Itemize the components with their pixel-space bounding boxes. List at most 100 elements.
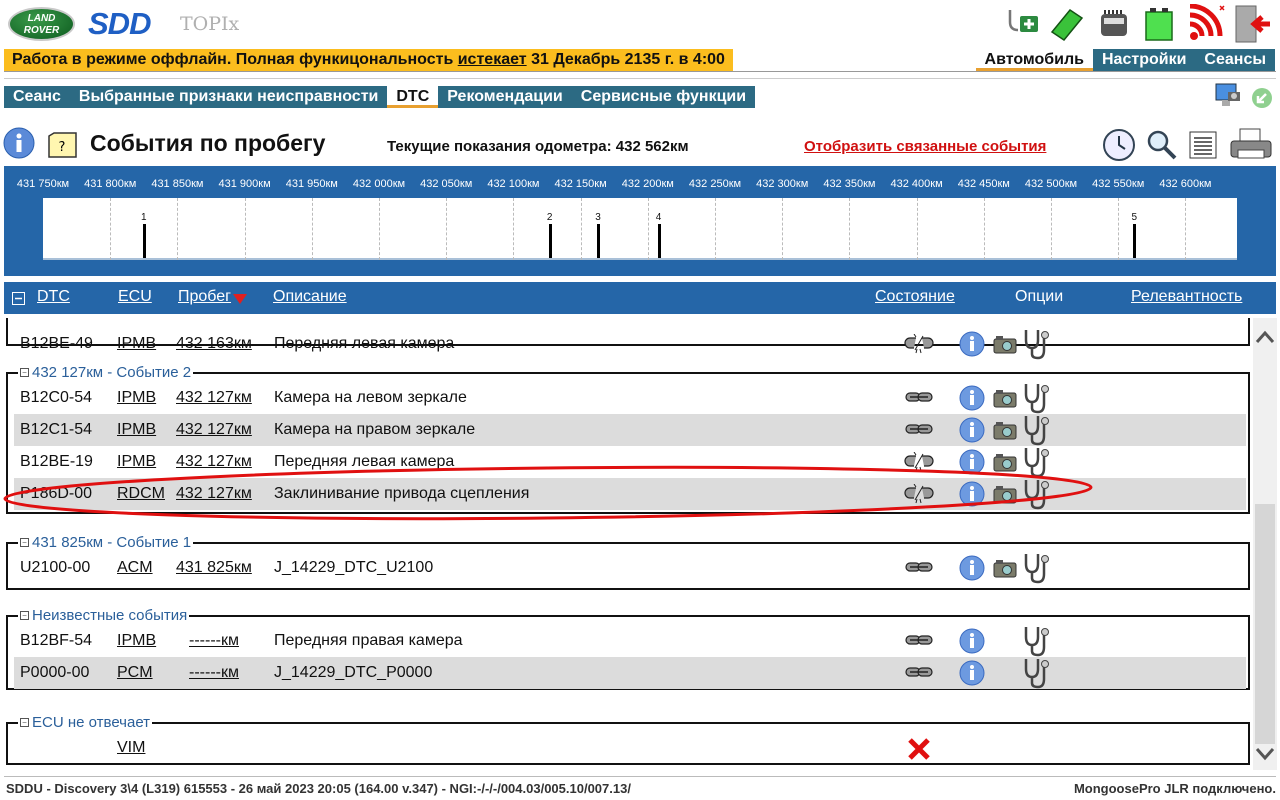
info-icon[interactable] xyxy=(959,331,985,362)
camera-icon[interactable] xyxy=(992,484,1018,509)
camera-icon[interactable] xyxy=(992,452,1018,477)
tab-4[interactable]: Сервисные функции xyxy=(571,86,756,108)
timeline-event-marker[interactable] xyxy=(657,224,661,258)
vci-device-icon[interactable] xyxy=(1096,4,1132,42)
odometer-reading: Текущие показания одометра: 432 562км xyxy=(387,138,689,155)
timeline-chart-area[interactable]: 1 2 3 4 5 xyxy=(43,198,1237,260)
info-icon[interactable] xyxy=(959,660,985,691)
scroll-up-icon[interactable] xyxy=(1255,328,1275,344)
camera-icon[interactable] xyxy=(992,334,1018,359)
timeline-tick-label: 432 600км xyxy=(1159,178,1212,190)
clock-icon[interactable] xyxy=(1102,128,1136,162)
tab-0[interactable]: Сеанс xyxy=(4,86,70,108)
info-icon[interactable] xyxy=(959,628,985,659)
info-icon[interactable] xyxy=(959,555,985,586)
tab-1[interactable]: Выбранные признаки неисправности xyxy=(69,86,388,108)
mileage-link[interactable]: 432 127км xyxy=(176,453,252,471)
timeline-event-marker[interactable] xyxy=(548,224,552,258)
camera-icon[interactable] xyxy=(992,388,1018,413)
tab-0[interactable]: Автомобиль xyxy=(975,49,1093,71)
chain-connected-icon xyxy=(904,420,934,445)
column-dtc[interactable]: DTC xyxy=(37,288,70,306)
ecu-link[interactable]: IPMB xyxy=(117,632,156,650)
mileage-link[interactable]: ------км xyxy=(189,664,239,682)
ecu-link[interactable]: VIM xyxy=(117,739,145,757)
list-view-icon[interactable] xyxy=(1188,130,1218,160)
show-related-events-link[interactable]: Отобразить связанные события xyxy=(804,138,1046,155)
group-legend[interactable]: − ECU не отвечает xyxy=(18,714,153,731)
ecu-link[interactable]: PCM xyxy=(117,664,153,682)
tab-1[interactable]: Настройки xyxy=(1093,49,1196,71)
stethoscope-icon[interactable] xyxy=(1020,328,1054,365)
ecu-link[interactable]: IPMB xyxy=(117,335,156,353)
timeline-gridline xyxy=(849,198,851,260)
timeline-event-marker[interactable] xyxy=(597,224,601,258)
collapse-all-icon[interactable] xyxy=(12,292,25,305)
ecu-link[interactable]: IPMB xyxy=(117,421,156,439)
mileage-link[interactable]: 432 127км xyxy=(176,421,252,439)
timeline-event-marker[interactable] xyxy=(1133,224,1137,258)
back-arrow-icon[interactable] xyxy=(1250,86,1274,110)
table-row[interactable]: U2100-00 ACM 431 825км J_14229_DTC_U2100 xyxy=(14,552,1246,584)
column-state[interactable]: Состояние xyxy=(875,288,955,306)
column-relevance[interactable]: Релевантность xyxy=(1131,288,1242,306)
group-legend[interactable]: −431 825км - Событие 1 xyxy=(18,534,194,551)
stethoscope-icon[interactable] xyxy=(1020,552,1054,589)
table-row[interactable]: VIM xyxy=(14,732,1246,764)
mileage-link[interactable]: 432 127км xyxy=(176,485,252,503)
info-icon[interactable] xyxy=(959,385,985,416)
collapse-group-icon[interactable]: − xyxy=(20,368,29,377)
help-note-icon[interactable]: ? xyxy=(46,130,80,160)
table-row-highlighted[interactable]: P186D-00 RDCM 432 127км Заклинивание привод… xyxy=(14,478,1246,510)
camera-icon[interactable] xyxy=(992,558,1018,583)
stethoscope-icon[interactable] xyxy=(1020,657,1054,694)
scroll-thumb[interactable] xyxy=(1255,504,1275,744)
ecu-link[interactable]: IPMB xyxy=(117,453,156,471)
scrollbar[interactable] xyxy=(1253,318,1277,770)
stethoscope-medkit-icon[interactable] xyxy=(1004,4,1040,42)
ecu-link[interactable]: ACM xyxy=(117,559,153,577)
info-icon[interactable] xyxy=(3,127,37,161)
mileage-link[interactable]: ------км xyxy=(189,632,239,650)
expires-link[interactable]: истекает xyxy=(458,51,527,68)
green-card-icon[interactable] xyxy=(1048,4,1084,42)
mileage-link[interactable]: 432 127км xyxy=(176,389,252,407)
table-row[interactable]: B12C1-54 IPMB 432 127км Камера на правом зе… xyxy=(14,414,1246,446)
timeline-event-marker[interactable] xyxy=(142,224,146,258)
column-description[interactable]: Описание xyxy=(273,288,347,306)
table-row[interactable]: B12BE-19 IPMB 432 127км Передняя левая каме… xyxy=(14,446,1246,478)
collapse-group-icon[interactable]: − xyxy=(20,611,29,620)
collapse-group-icon[interactable]: − xyxy=(20,718,29,727)
search-icon[interactable] xyxy=(1144,128,1178,162)
tab-2[interactable]: Сеансы xyxy=(1195,49,1275,71)
group-legend[interactable]: − Неизвестные события xyxy=(18,607,190,624)
tab-2[interactable]: DTC xyxy=(387,86,439,108)
exit-door-icon[interactable] xyxy=(1232,4,1270,43)
table-row[interactable]: B12C0-54 IPMB 432 127км Камера на левом зер… xyxy=(14,382,1246,414)
ecu-link[interactable]: IPMB xyxy=(117,389,156,407)
sort-desc-icon[interactable] xyxy=(233,293,247,305)
info-icon[interactable] xyxy=(959,481,985,512)
info-icon[interactable] xyxy=(959,417,985,448)
info-icon[interactable] xyxy=(959,449,985,480)
column-mileage[interactable]: Пробег xyxy=(178,288,231,306)
table-row[interactable]: B12BF-54 IPMB ------км Передняя правая каме… xyxy=(14,625,1246,657)
table-row[interactable]: B12BE-49 IPMB 432 163км Передняя левая каме… xyxy=(14,328,1246,360)
tab-3[interactable]: Рекомендации xyxy=(438,86,572,108)
collapse-group-icon[interactable]: − xyxy=(20,538,29,547)
stethoscope-icon[interactable] xyxy=(1020,478,1054,515)
description: J_14229_DTC_U2100 xyxy=(274,559,434,576)
mileage-link[interactable]: 432 163км xyxy=(176,335,252,353)
group-legend[interactable]: −432 127км - Событие 2 xyxy=(18,364,194,381)
camera-icon[interactable] xyxy=(992,420,1018,445)
wifi-disconnected-icon[interactable] xyxy=(1186,3,1225,42)
mileage-link[interactable]: 431 825км xyxy=(176,559,252,577)
scroll-down-icon[interactable] xyxy=(1255,746,1275,762)
ecu-link[interactable]: RDCM xyxy=(117,485,165,503)
battery-icon[interactable] xyxy=(1140,4,1176,42)
print-icon[interactable] xyxy=(1228,126,1274,162)
event-group: − ECU не отвечает VIM xyxy=(6,714,1250,765)
top-tabs: Автомобиль Настройки Сеансы xyxy=(975,49,1275,71)
table-row[interactable]: P0000-00 PCM ------км J_14229_DTC_P0000 xyxy=(14,657,1246,689)
column-ecu[interactable]: ECU xyxy=(118,288,152,306)
